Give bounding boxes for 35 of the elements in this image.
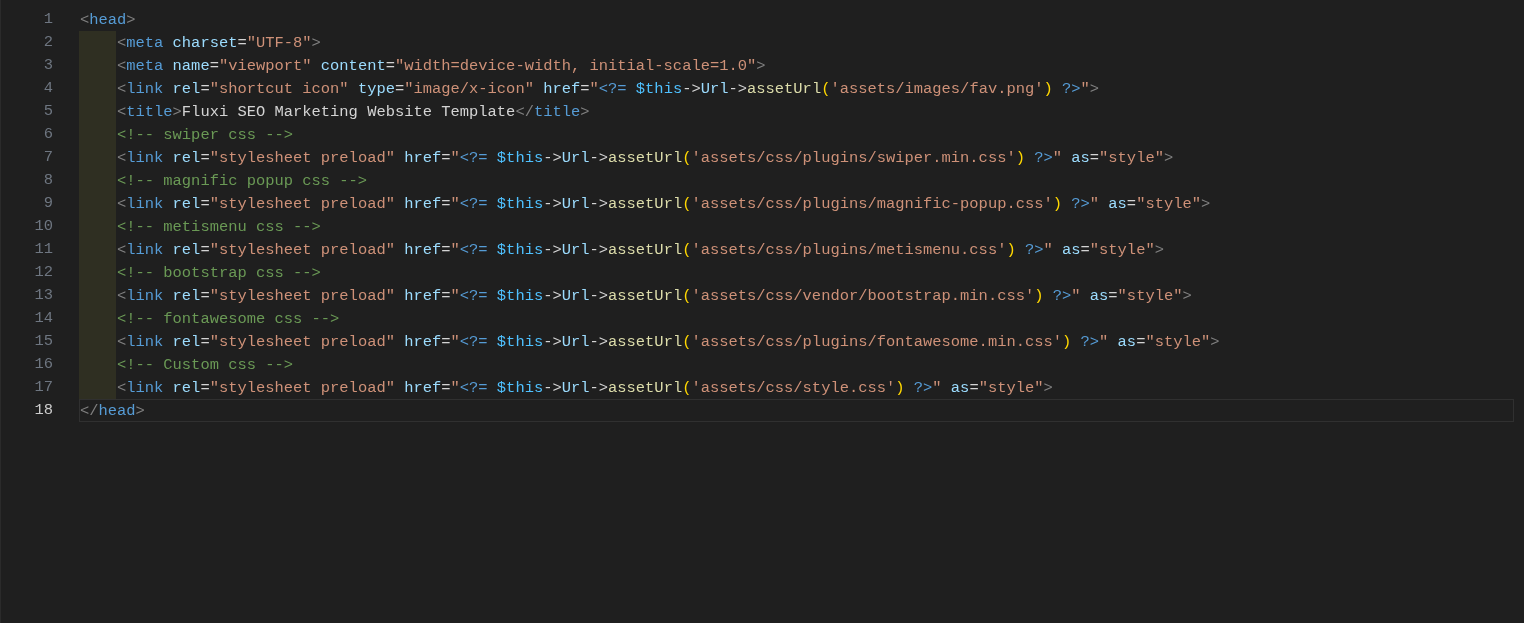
line-number: 7: [42, 147, 53, 168]
line-number: 4: [42, 78, 53, 99]
line-number: 6: [42, 124, 53, 145]
line-number: 8: [42, 170, 53, 191]
code-line: <!-- metismenu css -->: [116, 217, 322, 238]
code-line: <link rel="shortcut icon" type="image/x-icon" href="<?= $this->Url->assetUrl('assets/images/fav.png') ?>">: [116, 79, 1101, 100]
code-line: <meta charset="UTF-8">: [116, 33, 322, 54]
line-number: 1: [42, 9, 53, 30]
code-line: <!-- magnific popup css -->: [116, 171, 369, 192]
line-number: 12: [33, 262, 53, 283]
code-line: <!-- bootstrap css -->: [116, 263, 322, 284]
line-number: 16: [33, 354, 53, 375]
line-number: 10: [33, 216, 53, 237]
line-number: 14: [33, 308, 53, 329]
line-number: 18: [33, 400, 53, 421]
code-line: <head>: [79, 10, 137, 31]
code-line: <link rel="stylesheet preload" href="<?= $this->Url->assetUrl('assets/css/vendor/bootstrap.min.css') ?>" as="style">: [116, 286, 1193, 307]
code-line: <link rel="stylesheet preload" href="<?= $this->Url->assetUrl('assets/css/plugins/metismenu.css') ?>" as="style">: [116, 240, 1165, 261]
code-line: <!-- Custom css -->: [116, 355, 295, 376]
code-line: <!-- swiper css -->: [116, 125, 295, 146]
line-number: 2: [42, 32, 53, 53]
line-number: 15: [33, 331, 53, 352]
line-number: 11: [33, 239, 53, 260]
code-line: <title>Fluxi SEO Marketing Website Template</title>: [116, 102, 591, 123]
code-line: <link rel="stylesheet preload" href="<?= $this->Url->assetUrl('assets/css/plugins/swiper.min.css') ?>" as="style">: [116, 148, 1175, 169]
line-number: 17: [33, 377, 53, 398]
line-number: 13: [33, 285, 53, 306]
code-line: <link rel="stylesheet preload" href="<?= $this->Url->assetUrl('assets/css/style.css') ?>" as="style">: [116, 378, 1054, 399]
line-number: 5: [42, 101, 53, 122]
code-line: <meta name="viewport" content="width=device-width, initial-scale=1.0">: [116, 56, 767, 77]
line-number: 9: [42, 193, 53, 214]
code-line: <link rel="stylesheet preload" href="<?= $this->Url->assetUrl('assets/css/plugins/magnific-popup.css') ?>" as="style">: [116, 194, 1212, 215]
code-line: <!-- fontawesome css -->: [116, 309, 341, 330]
code-line: <link rel="stylesheet preload" href="<?= $this->Url->assetUrl('assets/css/plugins/fontawesome.min.css') ?>" as="style">: [116, 332, 1221, 353]
line-number: 3: [42, 55, 53, 76]
